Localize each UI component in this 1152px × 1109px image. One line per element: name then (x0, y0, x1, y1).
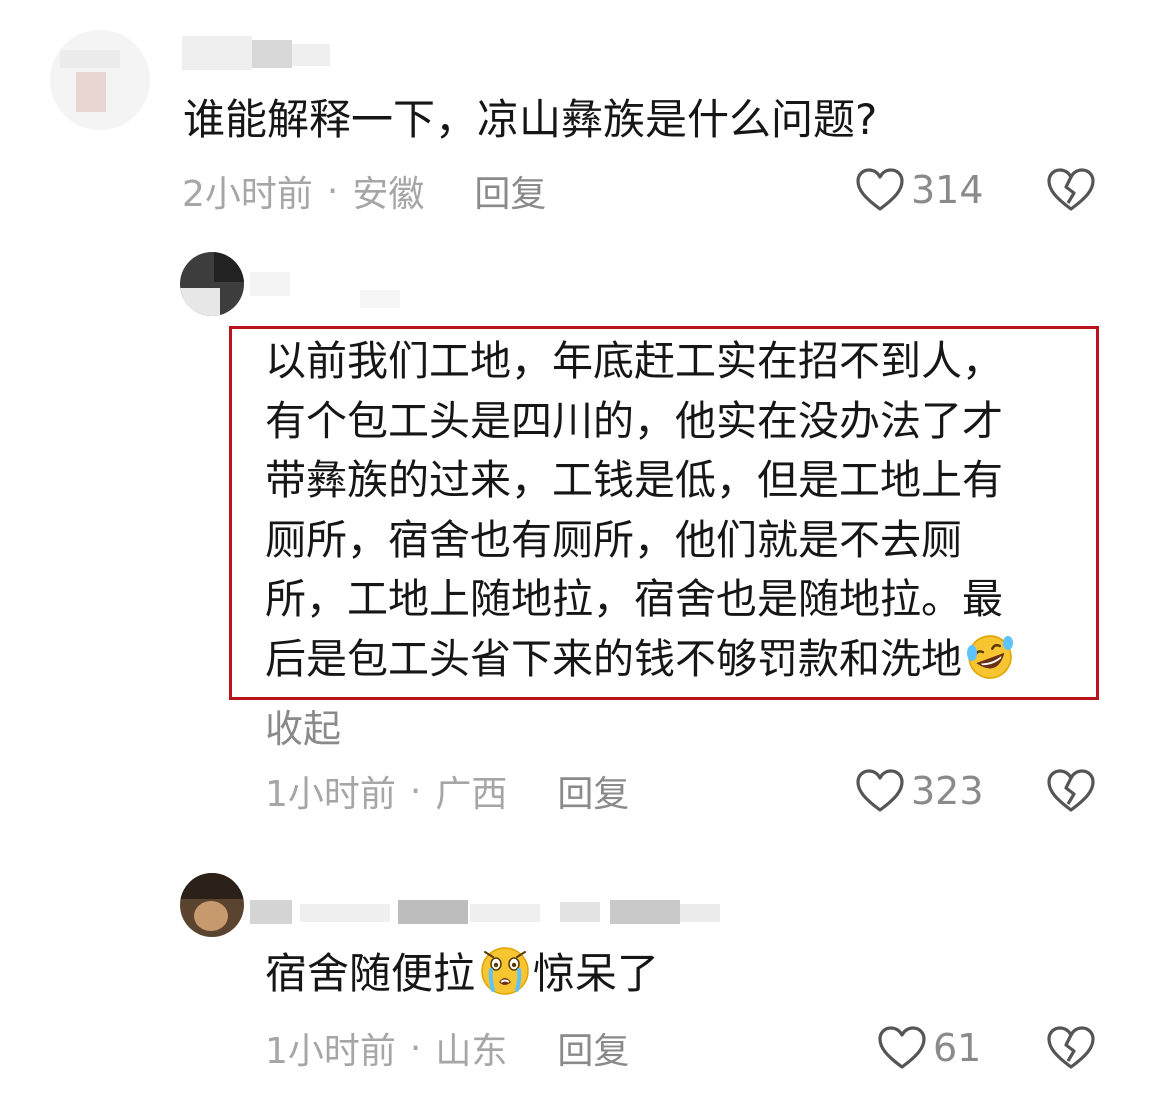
broken-heart-icon (1047, 168, 1095, 211)
comment-line: 带彝族的过来，工钱是低，但是工地上有 (265, 456, 1003, 504)
reply-button[interactable]: 回复 (557, 1022, 629, 1074)
comment-line: 以前我们工地，年底赶工实在招不到人， (265, 337, 1003, 385)
comment-text-part: 惊呆了 (533, 949, 660, 998)
heart-outline-icon (856, 769, 904, 812)
comment-text-part: 宿舍随便拉 (265, 949, 476, 998)
comment-line: 所，工地上随地拉，宿舍也是随地拉。最 (265, 575, 1003, 623)
comment-text: 谁能解释一下，凉山彝族是什么问题? (183, 95, 878, 144)
comment-location: 山东 (435, 1031, 508, 1072)
like-count: 61 (933, 1026, 982, 1070)
comment-location: 广西 (435, 774, 508, 815)
like-count: 323 (911, 769, 984, 813)
avatar[interactable] (50, 30, 150, 130)
like-button[interactable]: 314 (855, 164, 984, 216)
comment-meta: 1小时前 · 山东 回复 (265, 1023, 629, 1073)
meta-separator: · (326, 170, 339, 212)
dislike-button[interactable] (1046, 1025, 1096, 1075)
comment-time: 1小时前 (265, 1031, 396, 1072)
comment-text: 宿舍随便拉 惊呆了 (265, 944, 659, 1012)
collapse-button[interactable]: 收起 (265, 698, 341, 753)
avatar[interactable] (180, 873, 244, 937)
heart-outline-icon (856, 168, 904, 211)
comment-meta: 2小时前 · 安徽 回复 (182, 166, 546, 216)
comment-meta: 1小时前 · 广西 回复 (265, 766, 629, 816)
comment-line: 有个包工头是四川的，他实在没办法了才 (265, 396, 1003, 445)
comment-text: 以前我们工地，年底赶工实在招不到人， 有个包工头是四川的，他实在没办法了才 带彝… (265, 332, 1016, 697)
like-button[interactable]: 323 (855, 765, 984, 817)
shocked-crying-emoji (477, 944, 533, 1012)
meta-separator: · (409, 770, 422, 812)
reply-button[interactable]: 回复 (474, 165, 546, 217)
comment-line: 后是包工头省下来的钱不够罚款和洗地 (265, 634, 962, 683)
comment-time: 2小时前 (182, 174, 313, 215)
like-count: 314 (911, 168, 984, 212)
meta-separator: · (409, 1027, 422, 1069)
avatar[interactable] (180, 252, 244, 316)
dislike-button[interactable] (1046, 167, 1096, 217)
comment-time: 1小时前 (265, 774, 396, 815)
rolling-laughing-emoji (964, 633, 1016, 698)
dislike-button[interactable] (1046, 768, 1096, 818)
comment-location: 安徽 (352, 174, 425, 215)
heart-outline-icon (878, 1026, 926, 1069)
comment-line: 厕所，宿舍也有厕所，他们就是不去厕 (265, 515, 962, 564)
reply-button[interactable]: 回复 (557, 765, 629, 817)
broken-heart-icon (1047, 769, 1095, 812)
like-button[interactable]: 61 (877, 1022, 981, 1074)
broken-heart-icon (1047, 1026, 1095, 1069)
